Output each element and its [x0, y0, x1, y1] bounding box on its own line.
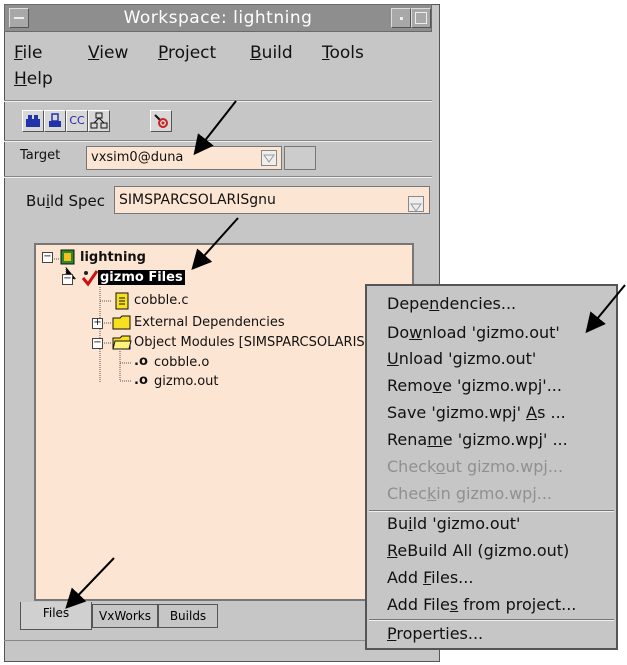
- annotation-arrows: [65, 100, 626, 609]
- arrow-files-tab: [65, 557, 115, 609]
- arrow-project: [191, 217, 239, 270]
- arrow-download: [585, 284, 626, 334]
- arrow-target: [193, 100, 237, 156]
